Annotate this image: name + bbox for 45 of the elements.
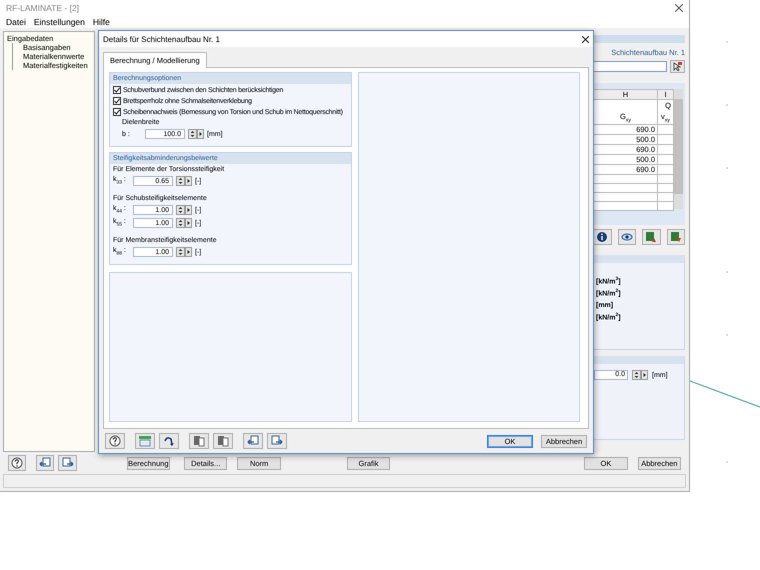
spin-icon[interactable] xyxy=(176,247,192,257)
help-icon xyxy=(109,435,121,447)
spin-icon[interactable] xyxy=(188,129,204,139)
spin-icon[interactable] xyxy=(176,176,192,186)
menu-item[interactable]: Einstellungen xyxy=(34,17,85,27)
menu-item[interactable]: Datei xyxy=(6,17,26,27)
view-button[interactable] xyxy=(618,229,636,245)
help-button[interactable] xyxy=(105,433,125,449)
spreadsheet-icon xyxy=(670,231,682,243)
spin-icon[interactable] xyxy=(176,205,192,215)
model-line xyxy=(690,380,760,408)
export-button[interactable] xyxy=(267,433,287,449)
checkbox[interactable] xyxy=(113,97,121,105)
spin-icon[interactable] xyxy=(632,370,648,380)
export-icon xyxy=(271,435,283,447)
close-icon[interactable] xyxy=(582,36,589,42)
export-button[interactable] xyxy=(58,455,77,471)
copy-button[interactable] xyxy=(189,433,209,449)
window-title: RF-LAMINATE - [2] xyxy=(6,3,80,13)
menu-item[interactable]: Hilfe xyxy=(92,17,110,27)
import-button[interactable] xyxy=(36,455,54,471)
curved-arrow-icon xyxy=(163,435,175,447)
pick-button[interactable] xyxy=(670,60,685,73)
close-icon[interactable] xyxy=(675,4,683,12)
scrollbar[interactable] xyxy=(674,89,683,209)
redo-button[interactable] xyxy=(159,433,179,449)
info-icon xyxy=(596,231,608,243)
checkbox[interactable] xyxy=(113,86,121,94)
copy-button[interactable] xyxy=(213,433,233,449)
info-button[interactable] xyxy=(593,229,612,245)
input-field[interactable] xyxy=(593,61,667,72)
export-icon xyxy=(62,457,74,469)
import-button[interactable] xyxy=(243,433,263,449)
document-icon xyxy=(217,435,229,447)
spreadsheet-icon xyxy=(645,231,658,243)
help-button[interactable] xyxy=(8,455,26,471)
import-icon xyxy=(247,435,259,447)
dialog-title: Details für Schichtenaufbau Nr. 1 xyxy=(103,34,221,44)
spin-icon[interactable] xyxy=(176,218,192,228)
cursor-icon xyxy=(673,62,682,71)
eye-icon xyxy=(620,231,633,243)
document-icon xyxy=(193,435,205,447)
help-icon xyxy=(11,457,24,469)
checkbox[interactable] xyxy=(113,108,121,116)
import-icon xyxy=(39,457,52,469)
